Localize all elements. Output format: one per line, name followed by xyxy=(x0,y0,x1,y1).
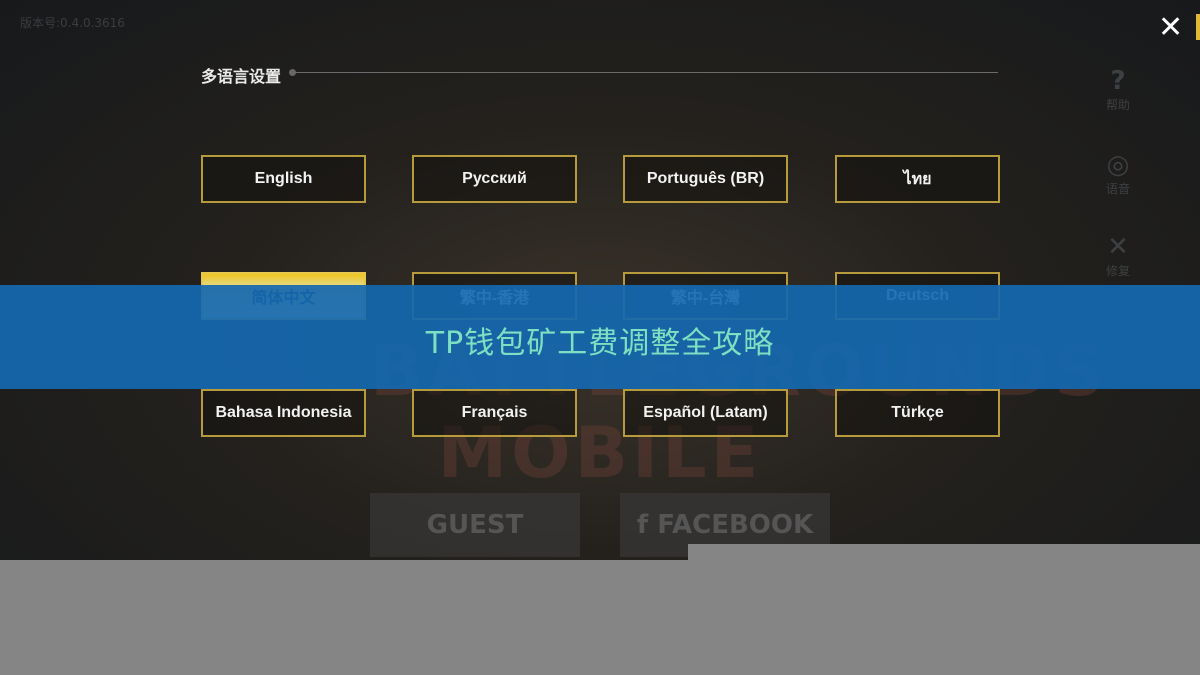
game-screen: BATTLEGROUNDS MOBILE GUEST f FACEBOOK 版本… xyxy=(0,0,1200,560)
version-text: 版本号:0.4.0.3616 xyxy=(20,16,125,30)
sidebar-item-voice[interactable]: ◎ 语音 xyxy=(1098,150,1138,197)
language-option[interactable]: Türkçe xyxy=(835,389,1000,437)
language-option[interactable]: English xyxy=(201,155,366,203)
sidebar-label: 修复 xyxy=(1105,264,1130,278)
voice-icon: ◎ xyxy=(1106,150,1130,180)
sidebar-label: 语音 xyxy=(1105,182,1130,196)
sidebar-item-help[interactable]: ? 帮助 xyxy=(1098,66,1138,113)
guest-button[interactable]: GUEST xyxy=(370,493,580,557)
close-icon[interactable]: ✕ xyxy=(1158,10,1183,46)
language-option[interactable]: Bahasa Indonesia xyxy=(201,389,366,437)
language-option[interactable]: ไทย xyxy=(835,155,1000,203)
dialog-title: 多语言设置 xyxy=(201,67,282,86)
sidebar-item-repair[interactable]: ✕ 修复 xyxy=(1098,232,1138,279)
gray-overlay xyxy=(688,544,1200,675)
language-option[interactable]: Español (Latam) xyxy=(623,389,788,437)
banner-text: TP钱包矿工费调整全攻略 xyxy=(425,326,775,361)
language-option[interactable]: Français xyxy=(412,389,577,437)
title-divider xyxy=(292,72,998,73)
language-option[interactable]: Русский xyxy=(412,155,577,203)
corner-accent xyxy=(1196,14,1200,40)
repair-icon: ✕ xyxy=(1107,232,1129,262)
language-option[interactable]: Português (BR) xyxy=(623,155,788,203)
sidebar-label: 帮助 xyxy=(1105,98,1130,112)
help-icon: ? xyxy=(1110,66,1126,96)
